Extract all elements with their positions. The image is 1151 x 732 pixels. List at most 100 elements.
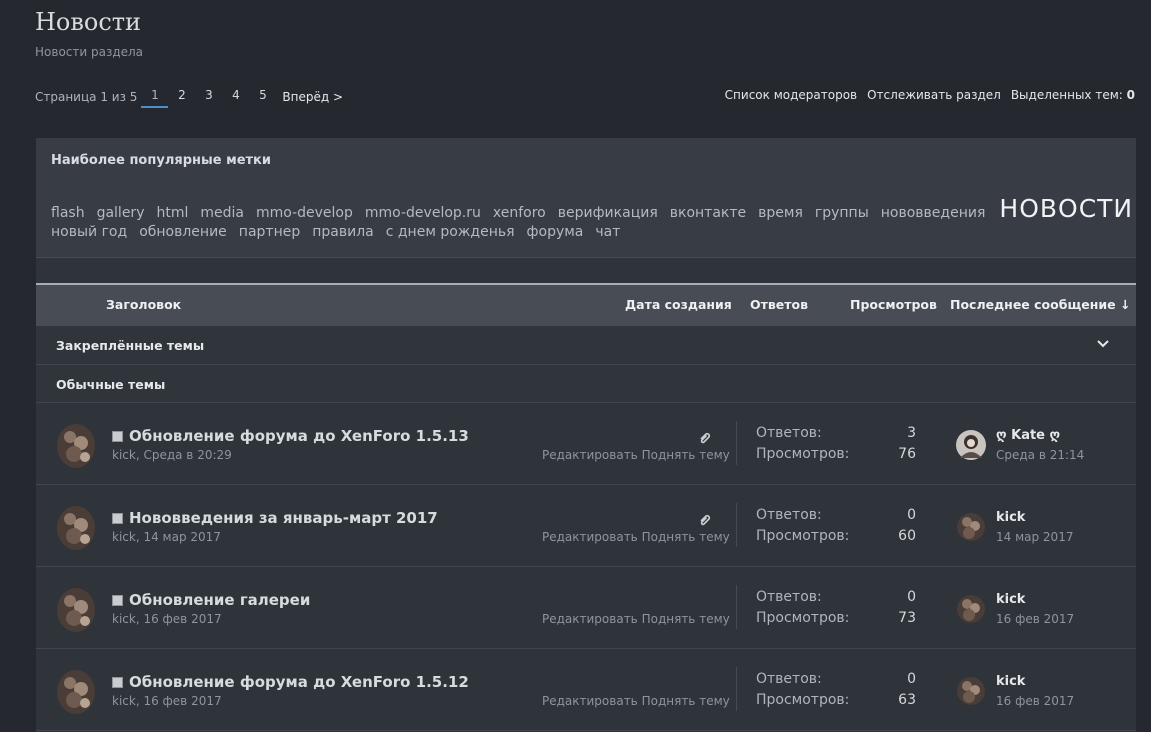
thread-controls: Редактировать Поднять тему <box>542 694 730 708</box>
thread-row[interactable]: Обновление форума до XenForo 1.5.12 kick… <box>36 649 1136 731</box>
last-poster-name[interactable]: ღ Kate ღ <box>996 428 1060 443</box>
page-link-4[interactable]: 4 <box>222 86 249 108</box>
selected-threads-link[interactable]: Выделенных тем: 0 <box>1011 88 1135 102</box>
attachment-icon <box>700 432 711 444</box>
thread-stats: Ответов: 3 Просмотров: 76 <box>756 423 916 465</box>
last-post-date[interactable]: 14 мар 2017 <box>996 530 1073 544</box>
forum-actions: Список модераторов Отслеживать раздел Вы… <box>725 88 1135 102</box>
thread-title[interactable]: Обновление форума до XenForo 1.5.13 <box>129 427 469 445</box>
tag-link-big[interactable]: НОВОСТИ <box>999 194 1133 223</box>
tag-link[interactable]: обновление <box>139 224 227 240</box>
last-poster-name[interactable]: kick <box>996 510 1025 525</box>
edit-thread-link[interactable]: Редактировать <box>542 694 638 708</box>
tag-link[interactable]: с днем рожденья <box>386 224 515 240</box>
replies-count: 0 <box>907 507 916 523</box>
views-label: Просмотров: <box>756 528 850 544</box>
pinned-threads-label: Закреплённые темы <box>56 338 205 353</box>
thread-stats: Ответов: 0 Просмотров: 63 <box>756 669 916 711</box>
forum-panel: Наиболее популярные метки flash gallery … <box>36 138 1136 732</box>
thread-meta[interactable]: kick, 16 фев 2017 <box>112 612 222 626</box>
tag-link[interactable]: xenforo <box>493 205 546 221</box>
edit-thread-link[interactable]: Редактировать <box>542 530 638 544</box>
last-poster-name[interactable]: kick <box>996 674 1025 689</box>
read-status-icon <box>112 431 123 442</box>
tag-link[interactable]: html <box>156 205 188 221</box>
tag-link[interactable]: mmo-develop <box>256 205 353 221</box>
replies-label: Ответов: <box>756 507 822 523</box>
sort-by-title[interactable]: Заголовок <box>106 297 181 312</box>
bump-thread-link[interactable]: Поднять тему <box>642 612 730 626</box>
tag-link[interactable]: flash <box>51 205 85 221</box>
tag-link[interactable]: верификация <box>558 205 658 221</box>
tag-link[interactable]: правила <box>312 224 374 240</box>
tag-link[interactable]: партнер <box>239 224 300 240</box>
read-status-icon <box>112 513 123 524</box>
tag-link[interactable]: вконтакте <box>670 205 746 221</box>
tags-line-2: новый год обновление партнер правила с д… <box>51 224 620 240</box>
user-avatar-icon[interactable] <box>56 587 96 633</box>
moderators-link[interactable]: Список модераторов <box>725 88 857 102</box>
tag-link[interactable]: gallery <box>97 205 145 221</box>
tag-link[interactable]: media <box>200 205 244 221</box>
page-title: Новости <box>35 8 142 36</box>
tags-line-1: flash gallery html media mmo-develop mmo… <box>51 194 1133 223</box>
page-link-3[interactable]: 3 <box>195 86 222 108</box>
read-status-icon <box>112 595 123 606</box>
thread-meta[interactable]: kick, 16 фев 2017 <box>112 694 222 708</box>
user-avatar-icon[interactable] <box>56 505 96 551</box>
tag-link[interactable]: форума <box>527 224 584 240</box>
bump-thread-link[interactable]: Поднять тему <box>642 448 730 462</box>
thread-row[interactable]: Обновление галереи kick, 16 фев 2017 Ред… <box>36 567 1136 649</box>
divider <box>736 667 737 711</box>
thread-title[interactable]: Обновление форума до XenForo 1.5.12 <box>129 673 469 691</box>
last-poster-avatar-icon[interactable] <box>956 512 986 542</box>
tag-link[interactable]: mmo-develop.ru <box>365 205 481 221</box>
edit-thread-link[interactable]: Редактировать <box>542 612 638 626</box>
thread-title[interactable]: Нововведения за январь-март 2017 <box>129 509 438 527</box>
last-post-date[interactable]: 16 фев 2017 <box>996 694 1074 708</box>
chevron-down-icon[interactable] <box>1094 335 1112 353</box>
pagination-label: Страница 1 из 5 <box>35 90 138 104</box>
sort-by-last-post[interactable]: Последнее сообщение ↓ <box>950 297 1130 312</box>
user-decor-left: ღ <box>996 428 1007 443</box>
last-poster-avatar-icon[interactable] <box>956 594 986 624</box>
views-count: 60 <box>898 528 916 544</box>
thread-title[interactable]: Обновление галереи <box>129 591 310 609</box>
last-poster-avatar-icon[interactable] <box>956 430 986 460</box>
last-poster-name[interactable]: kick <box>996 592 1025 607</box>
last-poster-avatar-icon[interactable] <box>956 676 986 706</box>
thread-row[interactable]: Нововведения за январь-март 2017 kick, 1… <box>36 485 1136 567</box>
page-link-5[interactable]: 5 <box>249 86 276 108</box>
page-link-2[interactable]: 2 <box>168 86 195 108</box>
views-label: Просмотров: <box>756 692 850 708</box>
bump-thread-link[interactable]: Поднять тему <box>642 530 730 544</box>
user-avatar-icon[interactable] <box>56 423 96 469</box>
sort-by-views[interactable]: Просмотров <box>850 297 937 312</box>
sort-by-created[interactable]: Дата создания <box>625 297 732 312</box>
sort-by-replies[interactable]: Ответов <box>750 297 808 312</box>
thread-meta[interactable]: kick, 14 мар 2017 <box>112 530 221 544</box>
tag-link[interactable]: время <box>758 205 803 221</box>
views-label: Просмотров: <box>756 610 850 626</box>
normal-threads-label: Обычные темы <box>56 377 166 392</box>
replies-count: 3 <box>907 425 916 441</box>
next-page-link[interactable]: Вперёд > <box>282 90 343 104</box>
page-link-1[interactable]: 1 <box>141 86 169 108</box>
edit-thread-link[interactable]: Редактировать <box>542 448 638 462</box>
tag-link[interactable]: чат <box>595 224 620 240</box>
watch-forum-link[interactable]: Отслеживать раздел <box>867 88 1001 102</box>
thread-stats: Ответов: 0 Просмотров: 73 <box>756 587 916 629</box>
thread-stats: Ответов: 0 Просмотров: 60 <box>756 505 916 547</box>
thread-meta[interactable]: kick, Среда в 20:29 <box>112 448 232 462</box>
tag-link[interactable]: группы <box>815 205 869 221</box>
bump-thread-link[interactable]: Поднять тему <box>642 694 730 708</box>
pinned-threads-group[interactable]: Закреплённые темы <box>36 326 1136 365</box>
last-post-date[interactable]: 16 фев 2017 <box>996 612 1074 626</box>
last-post-date[interactable]: Среда в 21:14 <box>996 448 1084 462</box>
user-avatar-icon[interactable] <box>56 669 96 715</box>
tag-link[interactable]: нововведения <box>881 205 986 221</box>
tag-link[interactable]: новый год <box>51 224 127 240</box>
divider <box>736 585 737 629</box>
thread-controls: Редактировать Поднять тему <box>542 448 730 462</box>
thread-row[interactable]: Обновление форума до XenForo 1.5.13 kick… <box>36 403 1136 485</box>
